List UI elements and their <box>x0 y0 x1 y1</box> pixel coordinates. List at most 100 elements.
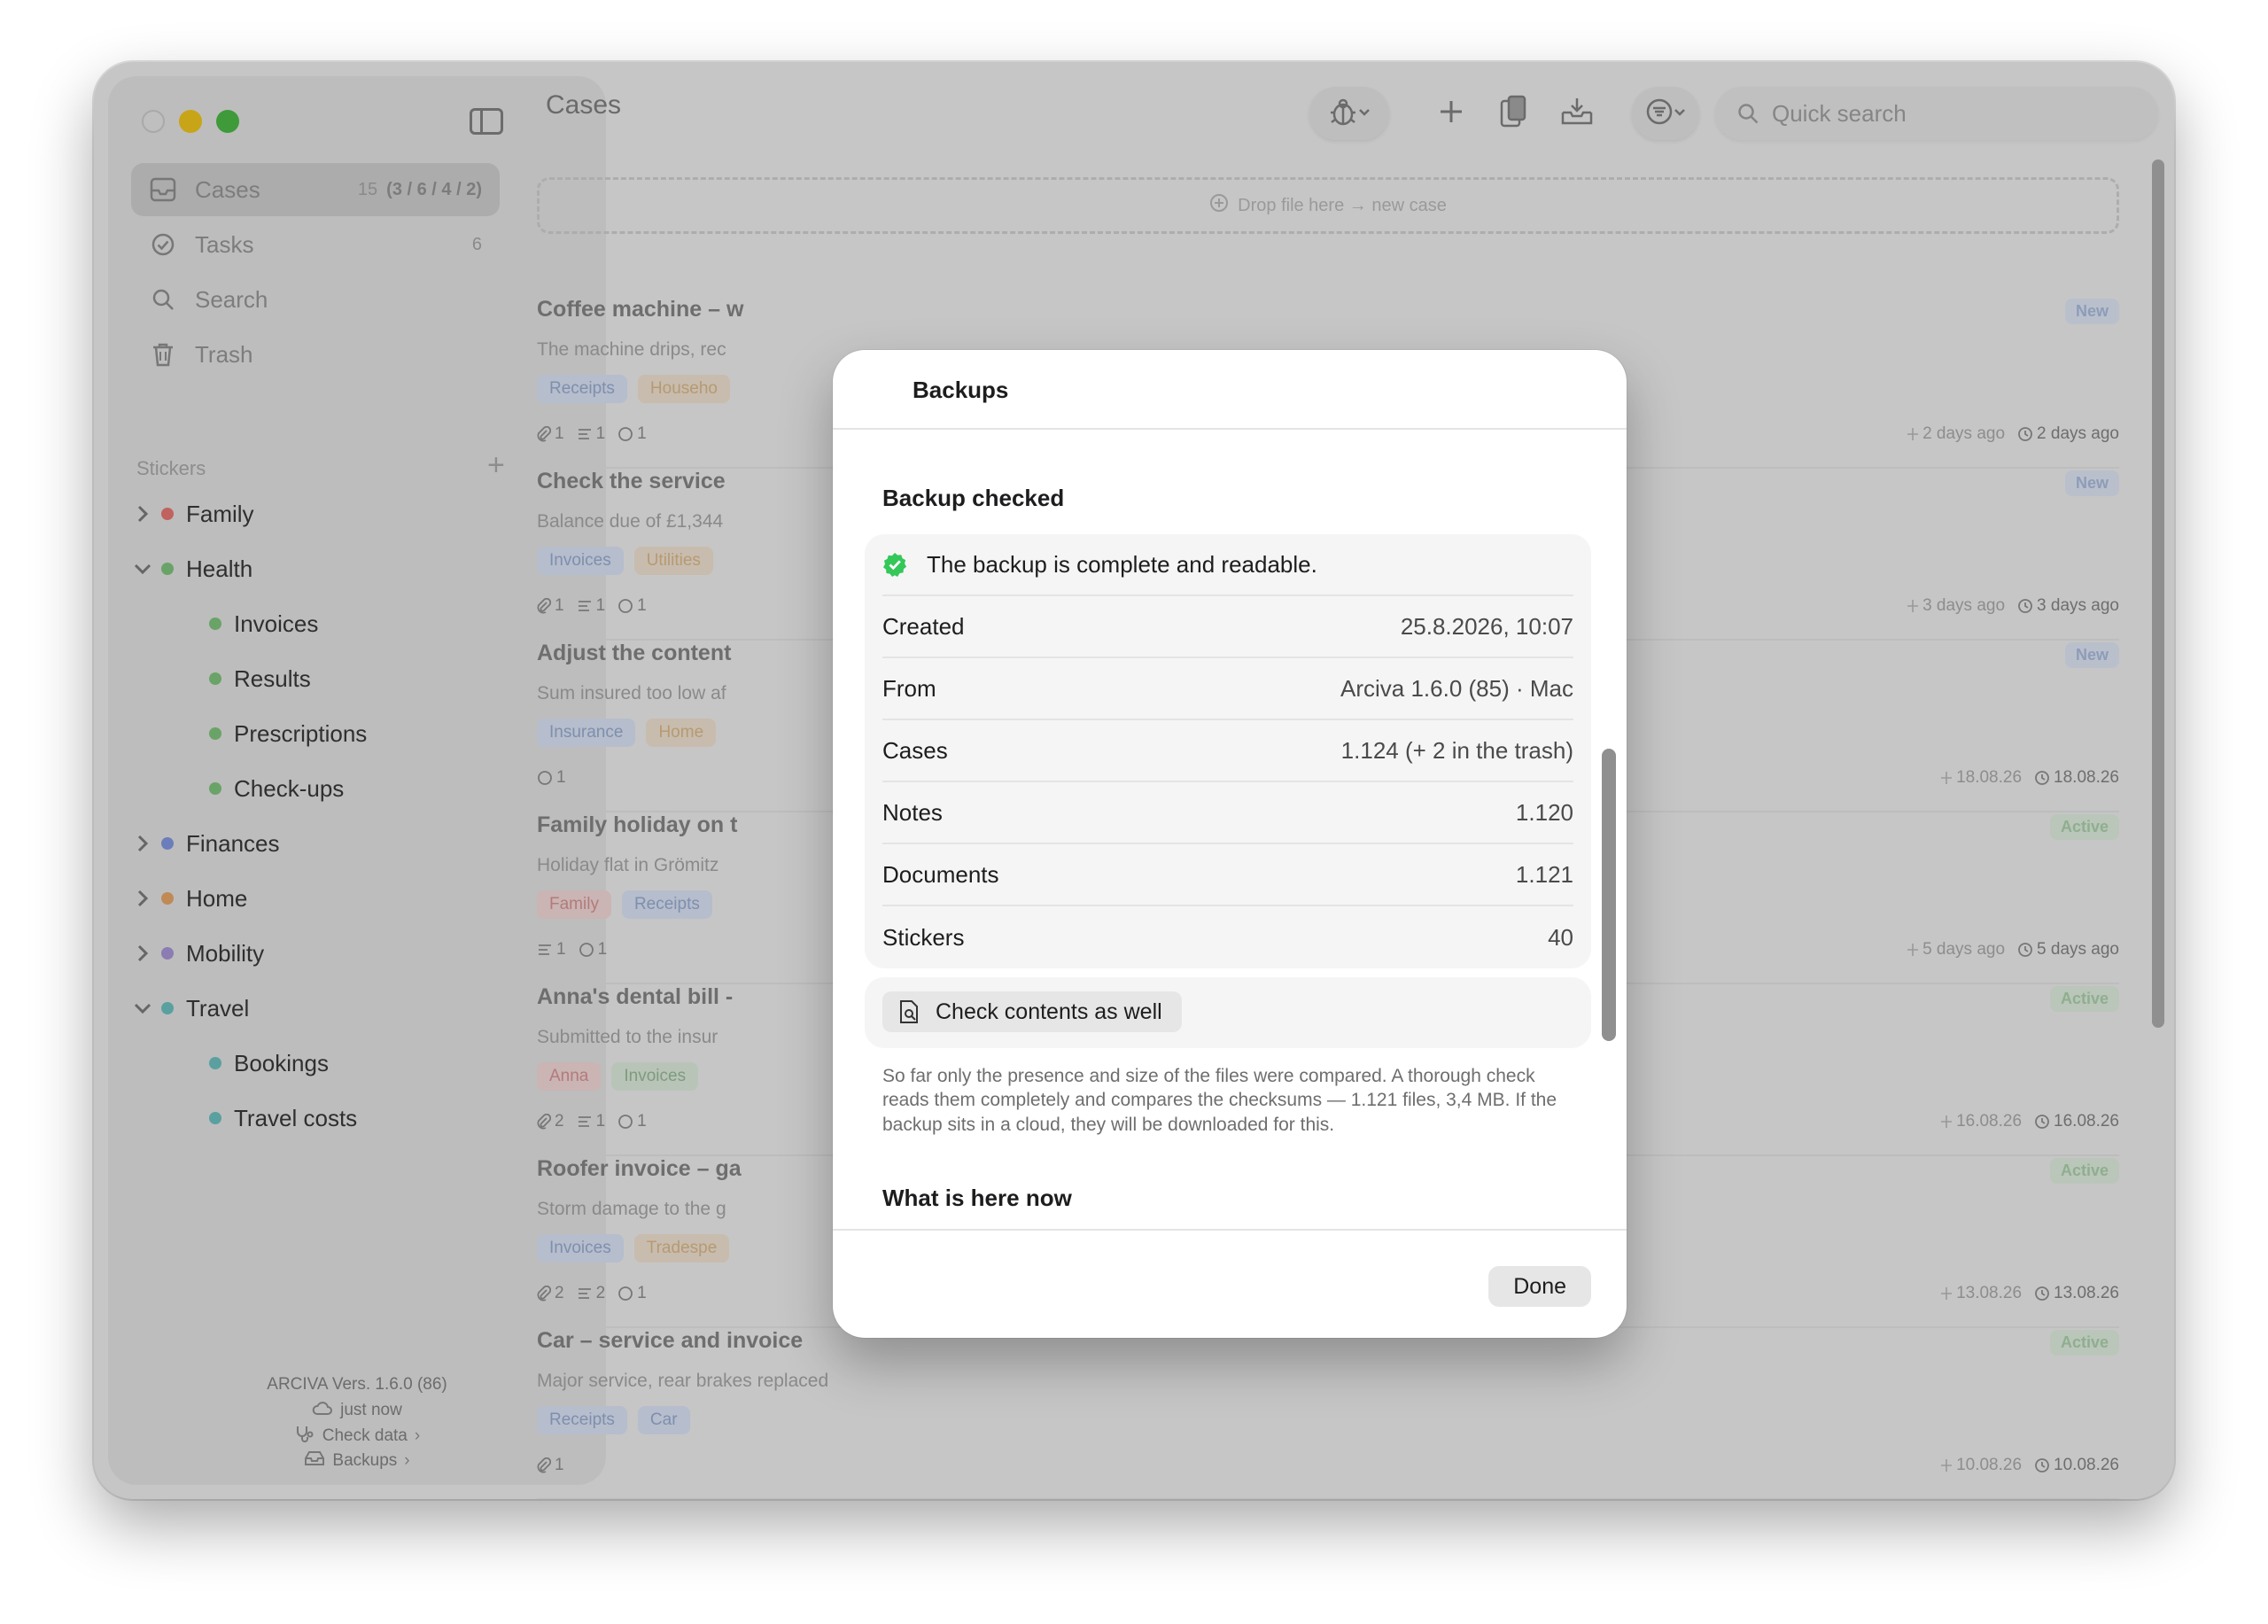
task-icon <box>617 598 633 614</box>
check-contents-button[interactable]: Check contents as well <box>882 991 1182 1032</box>
scrollbar-thumb[interactable] <box>1602 749 1616 1041</box>
case-dates: 10.08.26 10.08.26 <box>1940 1456 2119 1475</box>
case-tags: Insurance Home <box>537 719 717 747</box>
filter-icon <box>1645 97 1674 130</box>
case-meta: 111 <box>537 424 647 444</box>
created-date: 3 days ago <box>1907 596 2005 616</box>
task-icon-count: 1 <box>617 1284 647 1303</box>
case-tag[interactable]: Insurance <box>537 719 636 747</box>
task-icon-count: 1 <box>617 1112 647 1131</box>
task-icon <box>617 1114 633 1130</box>
case-tag[interactable]: Invoices <box>537 547 624 575</box>
sticker-mobility[interactable]: Mobility <box>131 931 264 975</box>
case-tag[interactable]: Home <box>646 719 717 747</box>
chevron-down-icon[interactable] <box>131 997 154 1020</box>
chevron-right-icon[interactable] <box>131 832 154 855</box>
case-meta: 1 <box>537 1456 564 1475</box>
sticker-label: Invoices <box>234 610 319 637</box>
sticker-finances[interactable]: Finances <box>131 821 280 866</box>
sticker-color-dot <box>209 1057 221 1069</box>
clipboard-icon <box>1499 95 1527 133</box>
sidebar-item-trash[interactable]: Trash <box>131 328 500 381</box>
add-case-button[interactable] <box>1432 87 1471 140</box>
task-icon-count: 1 <box>579 940 607 960</box>
window-minimize-button[interactable] <box>179 110 202 133</box>
drop-file-zone[interactable]: Drop file here → new case <box>537 177 2119 234</box>
case-tag[interactable]: Receipts <box>621 890 712 919</box>
sticker-home[interactable]: Home <box>131 876 247 921</box>
chevron-right-icon: › <box>404 1451 410 1470</box>
filter-menu-button[interactable] <box>1632 87 1699 140</box>
sidebar-item-label: Search <box>195 285 268 313</box>
sticker-color-dot <box>209 672 221 685</box>
backups-link[interactable]: Backups › <box>108 1450 606 1472</box>
row-key: Documents <box>882 860 999 888</box>
row-key: Stickers <box>882 923 965 951</box>
case-title: Check the service <box>537 469 726 493</box>
attachment-icon <box>537 1457 551 1473</box>
sync-status: just now <box>108 1400 606 1421</box>
section-what-is-here-now: What is here now <box>882 1185 1072 1211</box>
created-date: 5 days ago <box>1907 940 2005 960</box>
case-tag[interactable]: Receipts <box>537 1406 627 1434</box>
case-tag[interactable]: Anna <box>537 1062 602 1091</box>
main-scrollbar[interactable] <box>2149 159 2167 1028</box>
chevron-down-icon[interactable] <box>131 557 154 580</box>
backups-label: Backups <box>332 1451 398 1470</box>
status-message: The backup is complete and readable. <box>927 550 1317 578</box>
sticker-travel[interactable]: Travel <box>131 986 249 1030</box>
sticker-family[interactable]: Family <box>131 492 254 536</box>
clipboard-button[interactable] <box>1494 87 1533 140</box>
chevron-right-icon[interactable] <box>131 502 154 525</box>
sidebar-toggle-icon[interactable] <box>470 108 503 135</box>
sticker-health[interactable]: Health <box>131 547 252 591</box>
created-date: 18.08.26 <box>1940 768 2022 788</box>
sidebar-item-search[interactable]: Search <box>131 273 500 326</box>
app-window: Cases 15 (3 / 6 / 4 / 2) Tasks 6 Search T… <box>94 62 2174 1499</box>
sidebar: Cases 15 (3 / 6 / 4 / 2) Tasks 6 Search T… <box>108 76 606 1485</box>
window-close-button[interactable] <box>142 110 165 133</box>
doc-magnifier-icon <box>898 999 920 1024</box>
created-date: 10.08.26 <box>1940 1456 2022 1475</box>
case-tag[interactable]: Car <box>637 1406 690 1434</box>
case-tag[interactable]: Utilities <box>633 547 713 575</box>
modified-date: 3 days ago <box>2017 596 2119 616</box>
case-tag[interactable]: Receipts <box>537 375 627 403</box>
scrollbar-thumb[interactable] <box>2152 159 2164 1028</box>
case-description: Holiday flat in Grömitz <box>537 855 719 875</box>
sticker-invoices[interactable]: Invoices <box>209 602 318 646</box>
quick-search-input[interactable]: Quick search <box>1715 87 2158 140</box>
add-sticker-button[interactable]: + <box>487 450 505 480</box>
sticker-check-ups[interactable]: Check-ups <box>209 766 344 811</box>
case-tag[interactable]: Househo <box>637 375 730 403</box>
chevron-right-icon[interactable] <box>131 942 154 965</box>
detail-row: Notes 1.120 <box>882 782 1573 844</box>
debug-menu-button[interactable] <box>1309 87 1389 140</box>
chevron-right-icon[interactable] <box>131 887 154 910</box>
dialog-scrollbar[interactable] <box>1600 439 1618 1227</box>
sticker-bookings[interactable]: Bookings <box>209 1041 329 1085</box>
import-button[interactable] <box>1556 87 1598 140</box>
sticker-travel-costs[interactable]: Travel costs <box>209 1096 357 1140</box>
case-tag[interactable]: Tradespe <box>633 1234 730 1263</box>
case-row[interactable]: Car – service and invoice Major service,… <box>537 1328 2119 1499</box>
sticker-label: Prescriptions <box>234 719 368 747</box>
status-badge: Active <box>2049 986 2119 1012</box>
case-tag[interactable]: Invoices <box>537 1234 624 1263</box>
case-description: Storm damage to the g <box>537 1199 726 1219</box>
attachment-icon-count: 2 <box>537 1284 564 1303</box>
done-button[interactable]: Done <box>1488 1266 1591 1307</box>
sidebar-item-cases[interactable]: Cases 15 (3 / 6 / 4 / 2) <box>131 163 500 216</box>
case-tag[interactable]: Family <box>537 890 611 919</box>
sync-label: just now <box>340 1401 402 1419</box>
task-icon-count: 1 <box>537 768 566 788</box>
sidebar-item-tasks[interactable]: Tasks 6 <box>131 218 500 271</box>
sidebar-item-label: Trash <box>195 340 253 368</box>
notes-icon <box>577 427 593 441</box>
history-icon <box>2017 598 2033 614</box>
check-data-link[interactable]: Check data › <box>108 1425 606 1448</box>
case-tag[interactable]: Invoices <box>611 1062 699 1091</box>
sticker-prescriptions[interactable]: Prescriptions <box>209 711 367 756</box>
window-maximize-button[interactable] <box>216 110 239 133</box>
sticker-results[interactable]: Results <box>209 657 311 701</box>
